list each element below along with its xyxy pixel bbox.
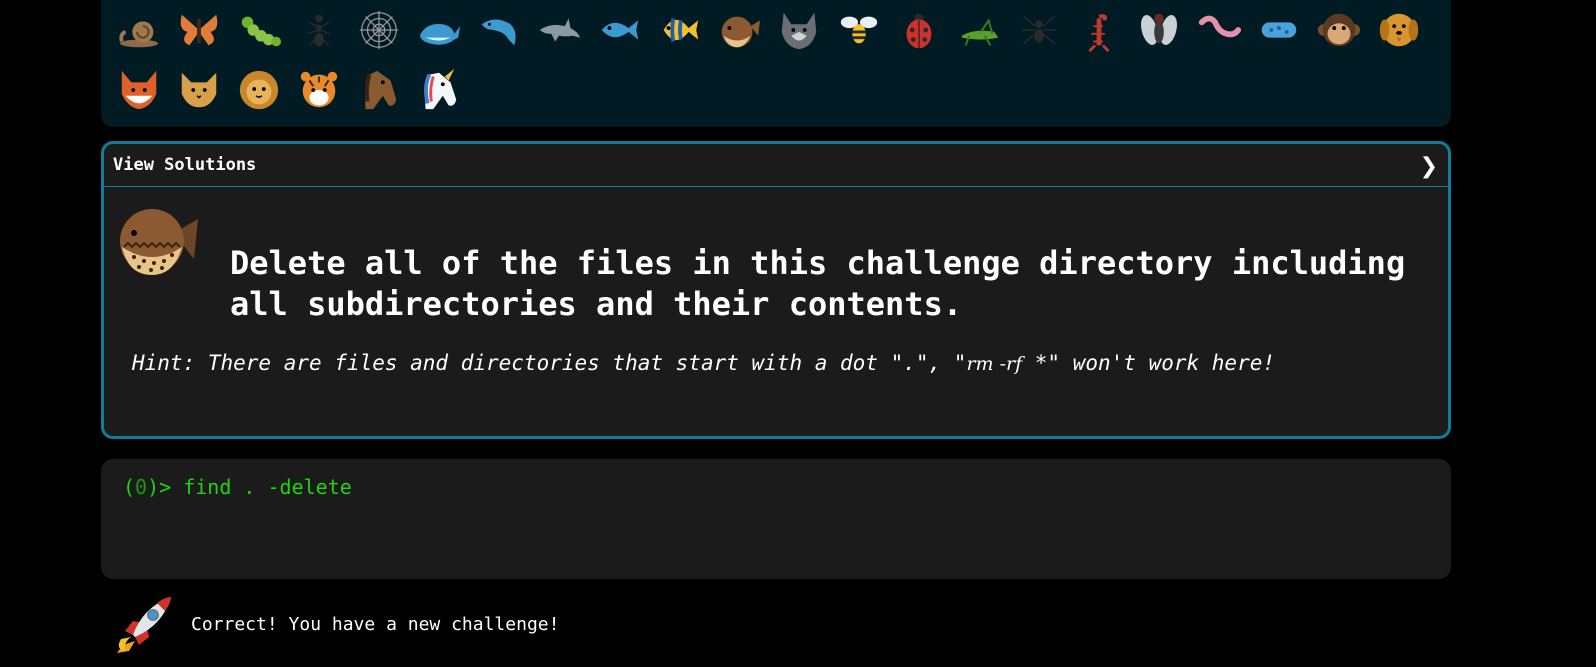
butterfly-icon[interactable] [169,2,229,58]
terminal-command: find . -delete [183,475,352,499]
view-solutions-toggle[interactable]: View Solutions ❯ [104,144,1448,187]
view-solutions-label: View Solutions [113,155,257,175]
scorpion-icon[interactable] [1069,2,1129,58]
emoji-row [109,0,1451,60]
bee-icon[interactable] [829,2,889,58]
fish-icon[interactable] [589,2,649,58]
microbe-icon[interactable] [1249,2,1309,58]
whale-icon[interactable] [409,2,469,58]
emoji-row [109,60,1451,120]
success-text: Correct! You have a new challenge! [191,613,560,635]
hint-code: rm -rf [966,353,1023,375]
ant-icon[interactable] [289,2,349,58]
hint-text-before: Hint: There are files and directories th… [132,351,967,375]
cricket-icon[interactable] [949,2,1009,58]
rocket-icon [117,597,171,653]
fly-icon[interactable] [1129,2,1189,58]
success-message: Correct! You have a new challenge! [113,593,559,655]
tropical-fish-icon[interactable] [649,2,709,58]
dolphin-icon[interactable] [529,2,589,58]
wolf-icon[interactable] [769,2,829,58]
chevron-right-icon[interactable]: ❯ [1420,154,1438,179]
challenge-card: View Solutions ❯ Delete all of the files… [101,141,1451,439]
tiger-face-icon[interactable] [289,62,349,118]
blowfish-icon [120,209,198,275]
unicorn-icon[interactable] [409,62,469,118]
prompt-open: ( [123,475,136,499]
caterpillar-icon[interactable] [229,2,289,58]
spider-web-icon[interactable] [349,2,409,58]
prompt-close: )> [147,475,184,499]
challenge-task: Delete all of the files in this challeng… [230,244,1406,323]
hint-text-after: *" won't work here! [1022,351,1276,375]
challenge-hint: Hint: There are files and directories th… [132,351,1275,375]
challenge-body: Delete all of the files in this challeng… [104,187,1448,437]
monkey-face-icon[interactable] [1309,2,1369,58]
horse-face-icon[interactable] [349,62,409,118]
blowfish-icon[interactable] [709,2,769,58]
worm-icon[interactable] [1189,2,1249,58]
spider-icon[interactable] [1009,2,1069,58]
terminal[interactable]: (0)> find . -delete [101,459,1451,579]
cat-face-icon[interactable] [169,62,229,118]
dog-face-icon[interactable] [1369,2,1429,58]
snail-icon[interactable] [109,2,169,58]
fox-icon[interactable] [109,62,169,118]
emoji-grid-panel [101,0,1451,127]
terminal-command-line: (0)> find . -delete [123,475,1451,499]
spouting-dolphin-icon[interactable] [469,2,529,58]
lion-icon[interactable] [229,62,289,118]
exit-code: 0 [135,475,148,499]
ladybug-icon[interactable] [889,2,949,58]
page: View Solutions ❯ Delete all of the files… [0,0,1596,667]
